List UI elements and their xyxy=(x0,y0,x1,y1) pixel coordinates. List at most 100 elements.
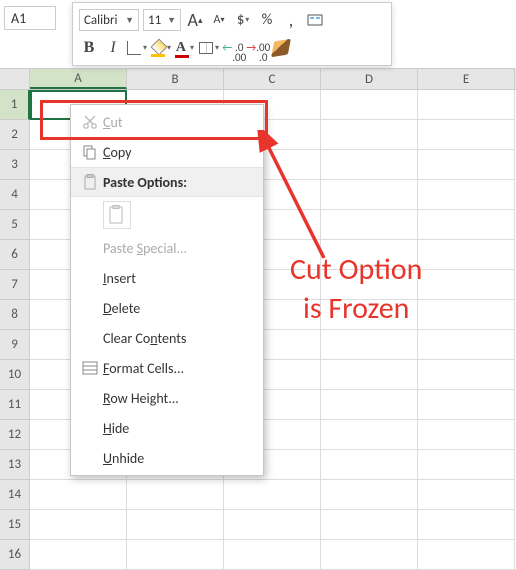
menu-paste-options-label: Paste Options: xyxy=(103,174,253,191)
cell[interactable] xyxy=(30,480,127,510)
cell[interactable] xyxy=(321,360,418,390)
cell[interactable] xyxy=(321,540,418,570)
chevron-down-icon: ▼ xyxy=(167,15,176,26)
italic-button[interactable]: I xyxy=(103,38,123,58)
mini-toolbar: Calibri ▼ 11 ▼ A▴ A▾ $▾ % , B I ▾ ▾ A▾ ▾… xyxy=(72,2,392,66)
font-selector[interactable]: Calibri ▼ xyxy=(79,9,139,31)
table-row: 14 xyxy=(0,480,516,510)
name-box[interactable]: A1 xyxy=(4,6,56,30)
merge-icon xyxy=(199,42,213,54)
row-header[interactable]: 14 xyxy=(0,480,30,510)
increase-font-button[interactable]: A▴ xyxy=(185,10,205,30)
cell[interactable] xyxy=(418,150,515,180)
percent-format-button[interactable]: % xyxy=(257,10,277,30)
column-header-d[interactable]: D xyxy=(321,68,418,89)
cell[interactable] xyxy=(224,480,321,510)
cell[interactable] xyxy=(321,150,418,180)
font-color-button[interactable]: A▾ xyxy=(175,38,195,58)
row-header[interactable]: 11 xyxy=(0,390,30,420)
cell[interactable] xyxy=(321,90,418,120)
row-header[interactable]: 7 xyxy=(0,270,30,300)
format-cells-dialog-icon[interactable] xyxy=(305,10,325,30)
merge-button[interactable]: ▾ xyxy=(199,38,219,58)
bold-button[interactable]: B xyxy=(79,38,99,58)
chevron-down-icon: ▾ xyxy=(167,43,171,53)
cell[interactable] xyxy=(127,480,224,510)
row-header[interactable]: 12 xyxy=(0,420,30,450)
annotation-text: Cut Option is Frozen xyxy=(290,250,422,328)
menu-clear-contents[interactable]: Clear Contents xyxy=(71,323,263,353)
column-header-e[interactable]: E xyxy=(418,68,515,89)
row-header[interactable]: 3 xyxy=(0,150,30,180)
cell[interactable] xyxy=(418,390,515,420)
cell[interactable] xyxy=(321,480,418,510)
comma-format-button[interactable]: , xyxy=(281,10,301,30)
cell[interactable] xyxy=(418,360,515,390)
cell[interactable] xyxy=(418,90,515,120)
row-header[interactable]: 8 xyxy=(0,300,30,330)
increase-decimal-button[interactable]: ←.0.00 xyxy=(223,38,243,58)
menu-delete[interactable]: Delete xyxy=(71,293,263,323)
menu-delete-label: Delete xyxy=(103,300,253,317)
table-row: 16 xyxy=(0,540,516,570)
cell[interactable] xyxy=(418,210,515,240)
row-header[interactable]: 9 xyxy=(0,330,30,360)
cell[interactable] xyxy=(321,420,418,450)
cell[interactable] xyxy=(127,510,224,540)
cell[interactable] xyxy=(321,330,418,360)
cell[interactable] xyxy=(30,540,127,570)
font-size: 11 xyxy=(148,13,161,28)
cell[interactable] xyxy=(418,480,515,510)
cell[interactable] xyxy=(418,540,515,570)
menu-insert[interactable]: Insert xyxy=(71,263,263,293)
cell[interactable] xyxy=(418,240,515,270)
cell[interactable] xyxy=(418,270,515,300)
row-header[interactable]: 16 xyxy=(0,540,30,570)
paste-option-default[interactable] xyxy=(103,201,131,229)
fill-color-button[interactable]: ▾ xyxy=(151,38,171,58)
row-header[interactable]: 10 xyxy=(0,360,30,390)
cell[interactable] xyxy=(418,300,515,330)
cell[interactable] xyxy=(418,330,515,360)
row-header[interactable]: 2 xyxy=(0,120,30,150)
cell[interactable] xyxy=(321,450,418,480)
row-header[interactable]: 6 xyxy=(0,240,30,270)
menu-format-cells[interactable]: Format Cells... xyxy=(71,353,263,383)
cell[interactable] xyxy=(321,120,418,150)
border-button[interactable]: ▾ xyxy=(127,38,147,58)
menu-unhide[interactable]: Unhide xyxy=(71,443,263,473)
cell[interactable] xyxy=(224,540,321,570)
decrease-decimal-button[interactable]: →.00.0 xyxy=(247,38,267,58)
row-header[interactable]: 15 xyxy=(0,510,30,540)
cell[interactable] xyxy=(30,510,127,540)
column-header-b[interactable]: B xyxy=(127,68,224,89)
cell[interactable] xyxy=(418,420,515,450)
menu-hide[interactable]: Hide xyxy=(71,413,263,443)
fill-icon xyxy=(151,41,165,55)
row-header[interactable]: 5 xyxy=(0,210,30,240)
cell[interactable] xyxy=(321,390,418,420)
cell[interactable] xyxy=(418,120,515,150)
cell[interactable] xyxy=(321,210,418,240)
select-all-corner[interactable] xyxy=(0,68,30,89)
cell[interactable] xyxy=(321,180,418,210)
decrease-font-button[interactable]: A▾ xyxy=(209,10,229,30)
cell[interactable] xyxy=(418,450,515,480)
column-header-c[interactable]: C xyxy=(224,68,321,89)
menu-row-height[interactable]: Row Height... xyxy=(71,383,263,413)
cell[interactable] xyxy=(418,180,515,210)
row-header[interactable]: 4 xyxy=(0,180,30,210)
cell[interactable] xyxy=(418,510,515,540)
menu-cut[interactable]: Cut xyxy=(71,107,263,137)
column-header-a[interactable]: A xyxy=(30,68,127,89)
row-header[interactable]: 13 xyxy=(0,450,30,480)
cell[interactable] xyxy=(127,540,224,570)
font-size-selector[interactable]: 11 ▼ xyxy=(143,9,181,31)
menu-copy[interactable]: Copy xyxy=(71,137,263,167)
row-header[interactable]: 1 xyxy=(0,90,30,120)
format-painter-button[interactable] xyxy=(271,38,291,58)
accounting-format-button[interactable]: $▾ xyxy=(233,10,253,30)
menu-paste-special[interactable]: Paste Special... xyxy=(71,233,263,263)
cell[interactable] xyxy=(224,510,321,540)
cell[interactable] xyxy=(321,510,418,540)
